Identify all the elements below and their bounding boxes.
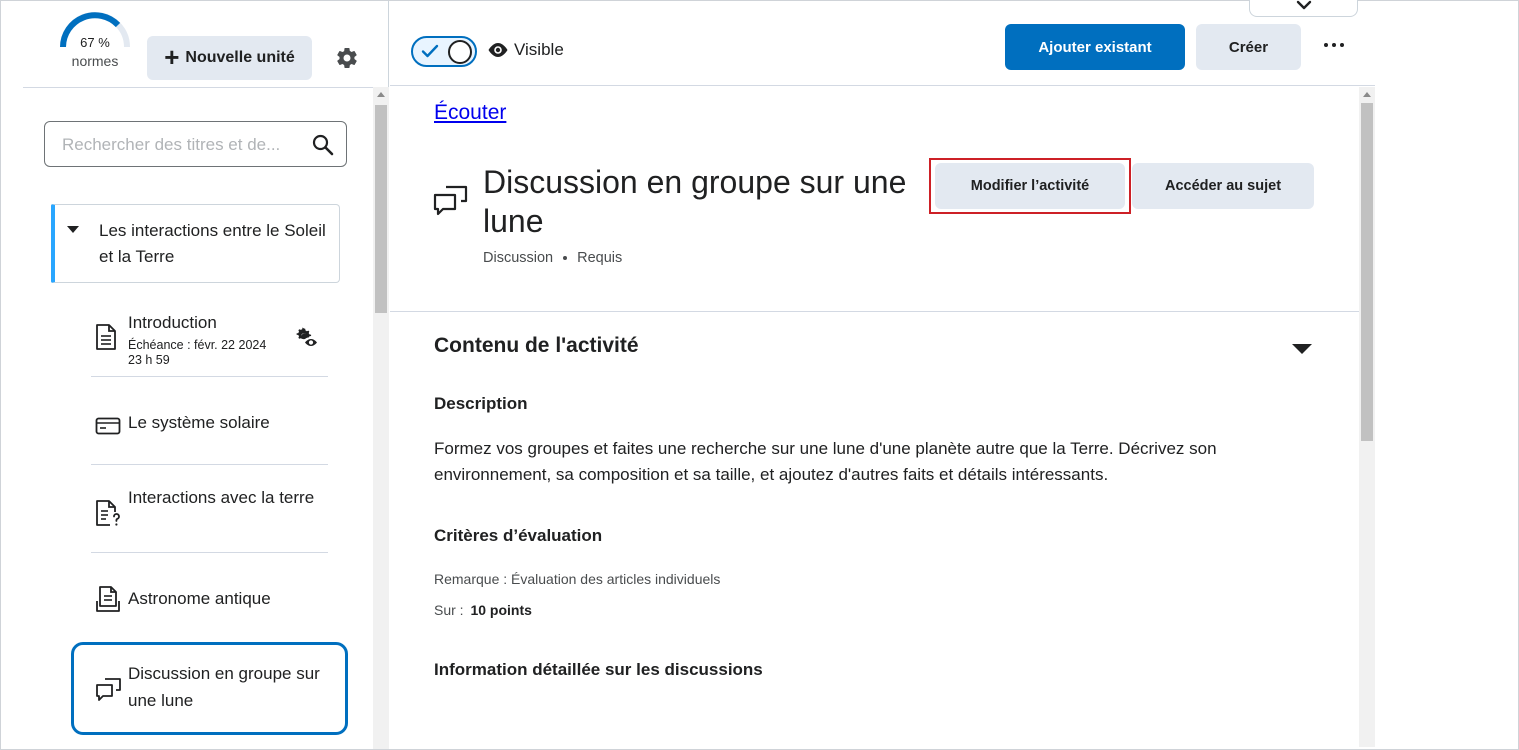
table-of-contents-panel: 67 % normes + Nouvelle unité Rechercher …: [1, 1, 389, 749]
activity-toolbar: Visible Ajouter existant Créer: [390, 0, 1375, 86]
caret-down-icon[interactable]: [67, 226, 79, 233]
activity-content: Écouter Discussion en groupe sur une lun…: [390, 87, 1359, 747]
scrollbar-thumb[interactable]: [1361, 103, 1373, 441]
collapse-header-button[interactable]: [1249, 0, 1358, 17]
search-icon[interactable]: [312, 134, 334, 156]
document-icon: [96, 324, 116, 350]
toc-item-label: Discussion en groupe sur une lune: [128, 664, 320, 710]
due-date: Échéance : févr. 22 2024: [128, 338, 267, 352]
search-placeholder: Rechercher des titres et de...: [62, 135, 281, 154]
visibility-toggle[interactable]: [411, 36, 477, 67]
toc-toolbar: 67 % normes + Nouvelle unité: [1, 1, 389, 87]
out-of-value: 10 points: [470, 602, 532, 618]
due-time: 23 h 59: [128, 353, 170, 367]
create-button[interactable]: Créer: [1196, 24, 1301, 70]
activity-content-heading[interactable]: Contenu de l'activité: [434, 334, 639, 358]
scroll-up-icon[interactable]: [377, 92, 385, 97]
toolbar-divider: [23, 87, 373, 88]
activity-meta: Discussion Requis: [483, 250, 622, 266]
toggle-knob: [448, 40, 472, 64]
search-input[interactable]: Rechercher des titres et de...: [44, 121, 347, 167]
section-divider: [390, 311, 1359, 312]
progress-percent: 67 %: [80, 35, 110, 50]
scrollbar-thumb[interactable]: [375, 105, 387, 313]
discussion-info-heading: Information détaillée sur les discussion…: [434, 660, 763, 679]
assignment-icon: [96, 586, 120, 612]
description-text: Formez vos groupes et faites une recherc…: [434, 439, 1217, 484]
edit-activity-button[interactable]: Modifier l’activité: [935, 163, 1125, 209]
activity-type: Discussion: [483, 250, 554, 266]
toc-separator: [91, 376, 328, 377]
toc-item-introduction[interactable]: Introduction Échéance : févr. 22 2024 23…: [91, 310, 327, 370]
visibility-settings-icon: [296, 327, 317, 346]
description-heading: Description: [434, 394, 528, 413]
discussion-icon: [433, 185, 468, 216]
visibility-label: Visible: [514, 40, 564, 59]
criteria-heading: Critères d’évaluation: [434, 526, 603, 545]
eye-icon: [488, 43, 508, 57]
listen-link[interactable]: Écouter: [434, 101, 506, 125]
toc-item-label: Le système solaire: [128, 413, 270, 432]
activity-requirement: Requis: [577, 250, 623, 266]
go-to-topic-button[interactable]: Accéder au sujet: [1132, 163, 1314, 209]
unit-title: Les interactions entre le Soleil et la T…: [99, 221, 326, 266]
caret-down-icon[interactable]: [1292, 344, 1312, 354]
discussion-icon: [96, 678, 121, 701]
toc-item-label: Interactions avec la terre: [128, 488, 315, 507]
out-of-score: Sur : 10 points: [434, 602, 532, 618]
add-existing-button[interactable]: Ajouter existant: [1005, 24, 1185, 70]
evaluation-remark: Remarque : Évaluation des articles indiv…: [434, 571, 721, 587]
standards-progress[interactable]: 67 % normes: [57, 11, 133, 71]
content-scrollbar[interactable]: [1359, 87, 1375, 747]
toc-item-solar-system[interactable]: Le système solaire: [91, 409, 327, 439]
unit-item[interactable]: Les interactions entre le Soleil et la T…: [51, 204, 340, 283]
plus-icon: +: [164, 41, 180, 72]
toc-item-label: Introduction: [128, 313, 217, 332]
chevron-down-icon: [1296, 0, 1312, 10]
activity-title: Discussion en groupe sur une lune: [483, 164, 907, 239]
meta-separator: [563, 256, 568, 260]
quiz-icon: [96, 500, 120, 526]
toc-scrollbar[interactable]: [373, 87, 389, 749]
progress-label: normes: [71, 53, 119, 69]
new-unit-label: Nouvelle unité: [185, 49, 295, 66]
scroll-up-icon[interactable]: [1363, 92, 1371, 97]
more-options-icon[interactable]: [1324, 43, 1344, 47]
check-icon: [421, 44, 439, 58]
toc-separator: [91, 552, 328, 553]
toc-item-ancient-astronomer[interactable]: Astronome antique: [91, 585, 327, 615]
toc-item-label: Astronome antique: [128, 589, 271, 608]
toc-item-moon-discussion[interactable]: Discussion en groupe sur une lune: [91, 660, 327, 718]
card-icon: [95, 417, 121, 435]
out-of-label: Sur :: [434, 602, 464, 618]
toc-separator: [91, 464, 328, 465]
toc-item-earth-interactions[interactable]: Interactions avec la terre: [91, 484, 327, 542]
new-unit-button[interactable]: + Nouvelle unité: [147, 36, 312, 80]
gear-icon[interactable]: [335, 46, 359, 70]
